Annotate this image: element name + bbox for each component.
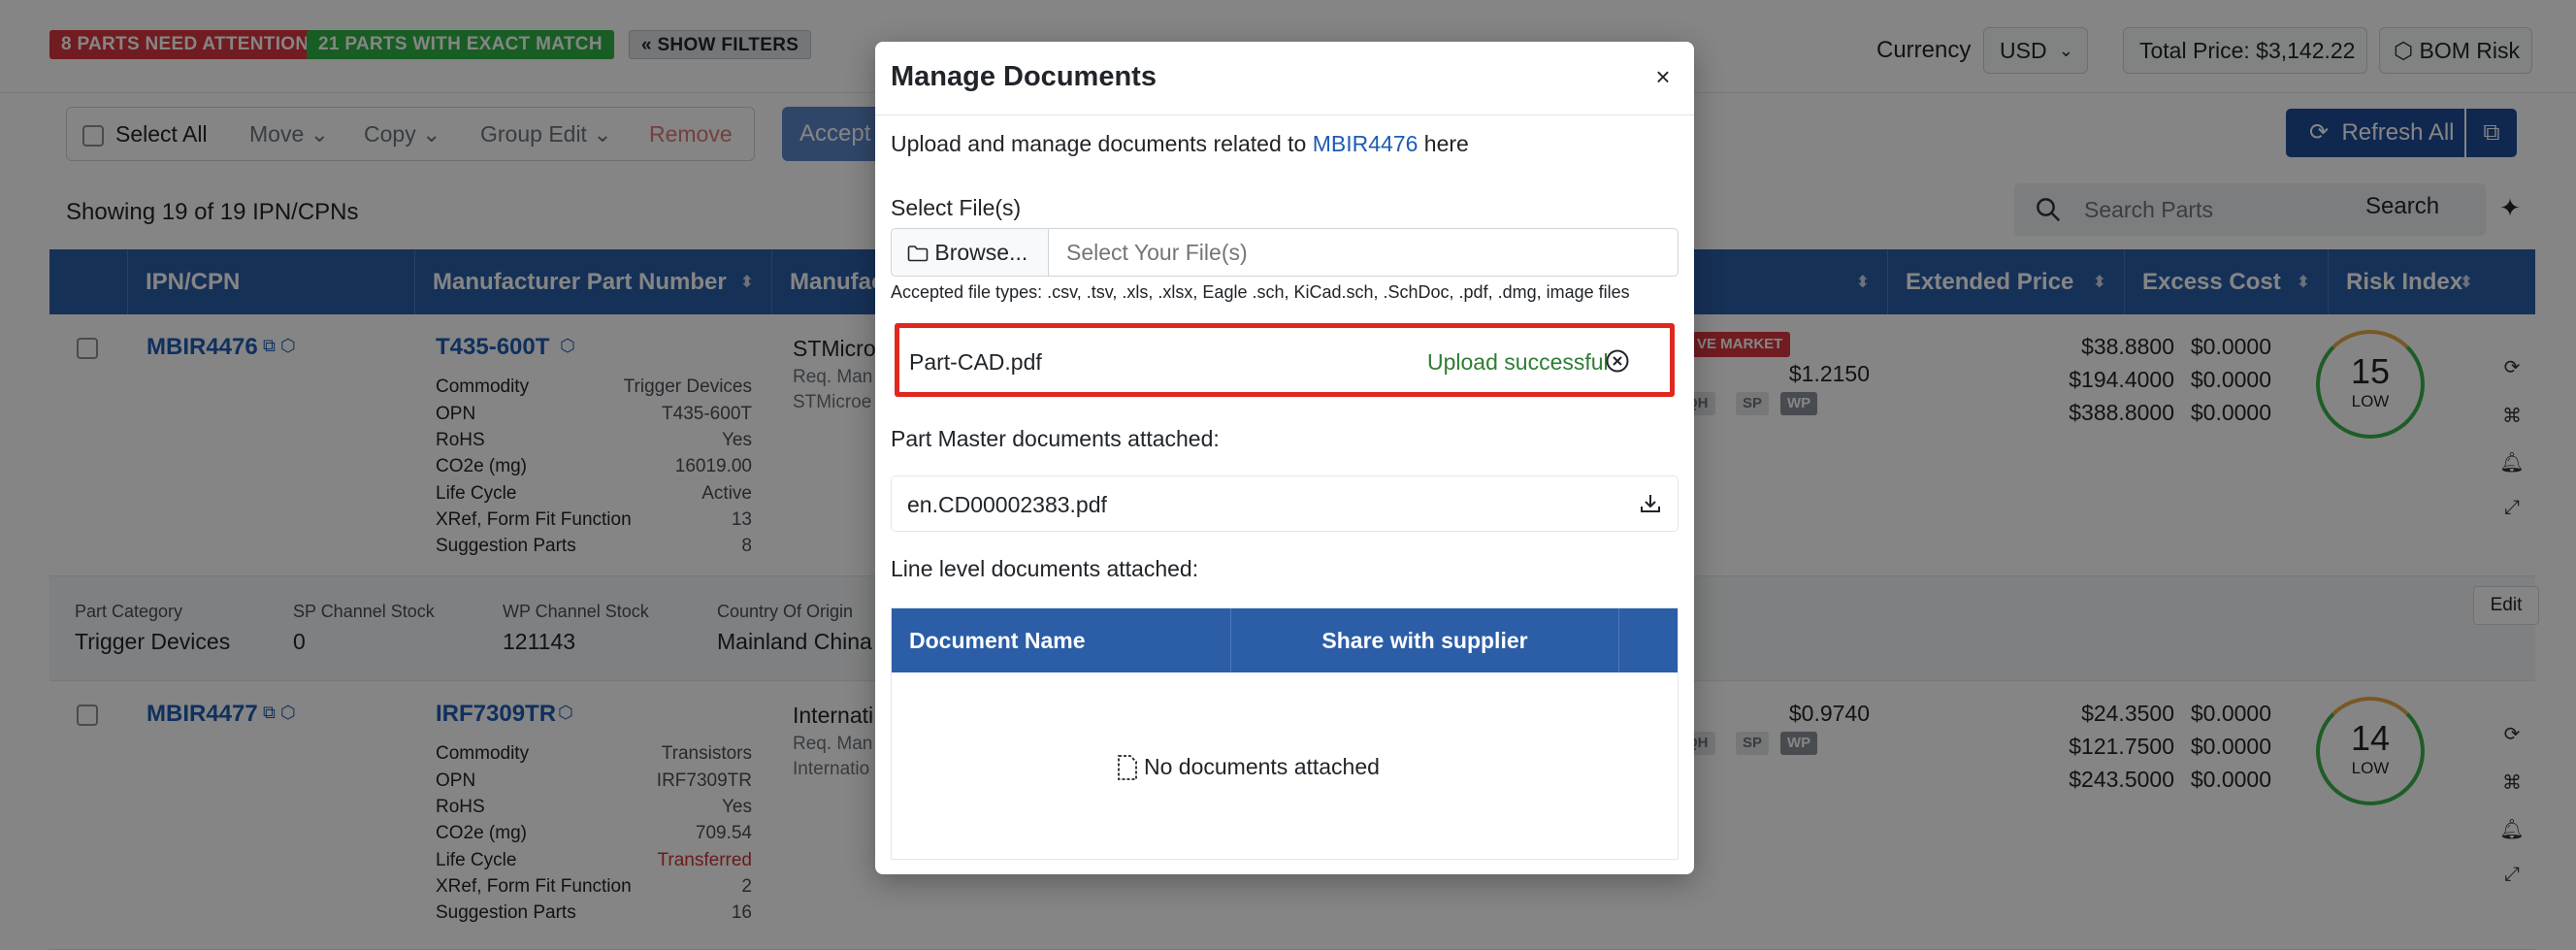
accepted-file-types: Accepted file types: .csv, .tsv, .xls, .… <box>891 282 1630 302</box>
documents-table-header: Document Name Share with supplier <box>892 608 1678 672</box>
remove-file-icon[interactable] <box>1604 347 1631 375</box>
browse-label: Browse... <box>934 240 1028 265</box>
line-level-label: Line level documents attached: <box>891 556 1199 581</box>
close-icon[interactable]: × <box>1647 61 1679 92</box>
select-files-label: Select File(s) <box>891 195 1022 220</box>
part-master-file-row: en.CD00002383.pdf <box>891 475 1679 532</box>
download-icon[interactable] <box>1637 490 1664 517</box>
line-documents-table: Document Name Share with supplier No doc… <box>891 607 1679 860</box>
upload-status: Upload successful <box>1427 349 1609 375</box>
part-master-label: Part Master documents attached: <box>891 426 1220 451</box>
intro-suffix: here <box>1423 131 1469 156</box>
part-link[interactable]: MBIR4476 <box>1313 131 1418 156</box>
file-picker: Browse... <box>891 228 1679 277</box>
uploaded-file-name: Part-CAD.pdf <box>909 349 1042 375</box>
col-share-with-supplier: Share with supplier <box>1231 608 1619 672</box>
file-input[interactable] <box>1049 229 1678 276</box>
col-document-name: Document Name <box>892 608 1231 672</box>
uploaded-file-row: Part-CAD.pdf Upload successful <box>895 323 1675 397</box>
modal-header: Manage Documents × <box>875 42 1694 115</box>
empty-state-text: No documents attached <box>1144 754 1380 779</box>
document-icon <box>1118 755 1137 780</box>
modal-title: Manage Documents <box>891 61 1157 92</box>
folder-icon <box>907 246 929 262</box>
manage-documents-modal: Manage Documents × Upload and manage doc… <box>875 42 1694 874</box>
part-master-file-name[interactable]: en.CD00002383.pdf <box>907 492 1107 518</box>
browse-button[interactable]: Browse... <box>892 229 1049 276</box>
modal-intro: Upload and manage documents related to M… <box>891 131 1469 157</box>
intro-prefix: Upload and manage documents related to <box>891 131 1307 156</box>
